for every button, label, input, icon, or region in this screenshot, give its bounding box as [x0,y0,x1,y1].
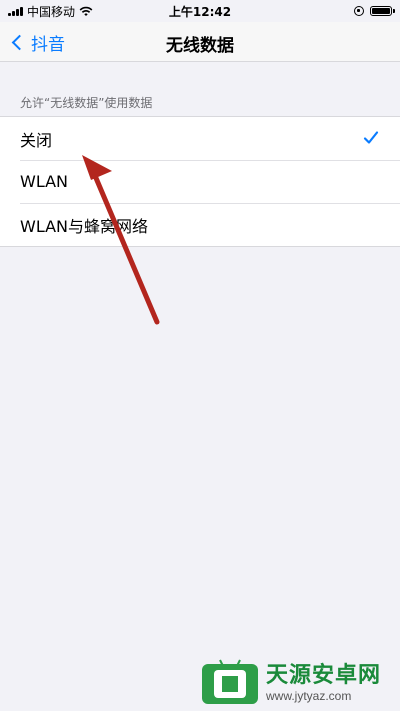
orientation-lock-icon [354,6,364,16]
status-bar: 中国移动 上午12:42 [0,0,400,22]
options-list: 关闭 WLAN WLAN与蜂窝网络 [0,116,400,247]
option-label: WLAN [20,172,69,191]
watermark-title: 天源安卓网 [266,663,382,688]
carrier-label: 中国移动 [27,4,76,19]
option-label: WLAN与蜂窝网络 [20,216,149,236]
option-wlan-cellular[interactable]: WLAN与蜂窝网络 [0,203,400,246]
checkmark-icon [363,131,379,144]
wifi-icon [79,6,93,16]
section-header: 允许“无线数据”使用数据 [20,96,153,110]
watermark-url: www.jytyaz.com [266,689,352,703]
option-off[interactable]: 关闭 [0,117,400,160]
option-wlan[interactable]: WLAN [0,160,400,203]
signal-icon [8,6,23,16]
option-label: 关闭 [20,130,53,150]
page-title: 无线数据 [166,36,234,56]
status-left: 中国移动 [0,3,93,20]
status-right [354,6,400,16]
navigation-bar: 抖音 无线数据 [0,22,400,62]
android-logo-icon [202,659,258,704]
battery-icon [370,6,395,16]
watermark-text: 天源安卓网 www.jytyaz.com [266,657,381,703]
watermark: 天源安卓网 www.jytyaz.com [200,652,396,708]
